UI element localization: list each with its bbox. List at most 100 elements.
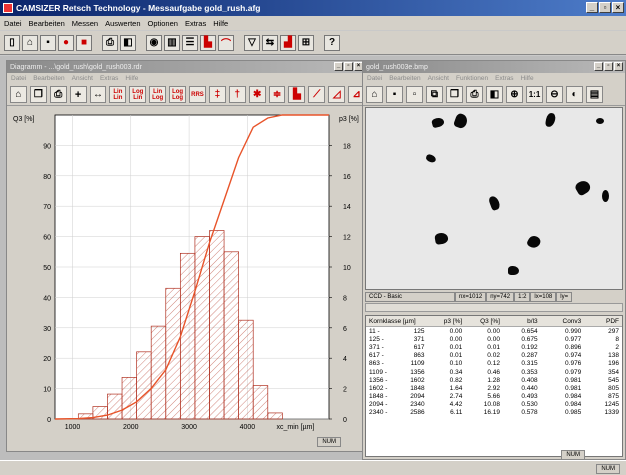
image-menu-funktionen[interactable]: Funktionen: [456, 75, 488, 82]
open-icon[interactable]: ⌂: [366, 86, 383, 103]
cell-p3: 0.00: [449, 327, 463, 335]
log-log-button[interactable]: Log Log: [169, 86, 187, 103]
range-icon[interactable]: †: [228, 86, 246, 103]
diagram-menu-hilfe[interactable]: Hilfe: [125, 75, 138, 82]
invert-icon[interactable]: ◐: [566, 86, 583, 103]
list-icon[interactable]: ☰: [182, 34, 198, 51]
menu-datei[interactable]: Datei: [4, 19, 22, 28]
save-icon[interactable]: ▪: [386, 86, 403, 103]
crosshair-icon[interactable]: +: [69, 86, 87, 103]
menu-bearbeiten[interactable]: Bearbeiten: [29, 19, 65, 28]
header-p3[interactable]: p3 [%]: [428, 318, 466, 325]
header-bl3[interactable]: b/l3: [503, 318, 541, 325]
table-row[interactable]: 2340 - 2586 6.11 16.19 0.578 0.985 1339: [366, 409, 622, 417]
copy-icon[interactable]: ❐: [29, 86, 47, 103]
histogram-icon[interactable]: ▙: [200, 34, 216, 51]
marker-icon[interactable]: ‡: [208, 86, 226, 103]
diagram-menu-bearbeiten[interactable]: Bearbeiten: [33, 75, 64, 82]
maximize-icon[interactable]: ▫: [604, 62, 613, 71]
chart-icon[interactable]: ▟: [280, 34, 296, 51]
preview-icon[interactable]: ◧: [120, 34, 136, 51]
table-row[interactable]: 1848 - 2094 2.74 5.66 0.493 0.984 875: [366, 393, 622, 401]
particle: [508, 266, 519, 275]
cell-pdf: 1339: [604, 409, 619, 417]
table-row[interactable]: 125 - 371 0.00 0.00 0.675 0.977 8: [366, 335, 622, 343]
table-row[interactable]: 1356 - 1602 0.82 1.28 0.408 0.981 545: [366, 376, 622, 384]
image-menu-hilfe[interactable]: Hilfe: [521, 75, 534, 82]
menu-extras[interactable]: Extras: [185, 19, 206, 28]
camera-icon[interactable]: ◉: [146, 34, 162, 51]
table-row[interactable]: 11 - 125 0.00 0.00 0.654 0.990 297: [366, 327, 622, 335]
minimize-icon[interactable]: _: [594, 62, 603, 71]
header-conv3[interactable]: Conv3: [541, 318, 585, 325]
image-hscrollbar[interactable]: [365, 303, 623, 312]
save-as-icon[interactable]: ▫: [406, 86, 423, 103]
save-icon[interactable]: ▪: [40, 34, 56, 51]
close-icon[interactable]: ×: [612, 2, 624, 13]
image-menu-datei[interactable]: Datei: [367, 75, 382, 82]
table-header: Kornklasse [µm] p3 [%] Q3 [%] b/l3 Conv3…: [366, 316, 622, 327]
diagram-menu-extras[interactable]: Extras: [100, 75, 118, 82]
maximize-icon[interactable]: ▫: [344, 62, 353, 71]
zoom-in-icon[interactable]: ⊕: [506, 86, 523, 103]
image-menu-extras[interactable]: Extras: [495, 75, 513, 82]
particle-image[interactable]: [365, 107, 623, 290]
arrows-icon[interactable]: ↔: [89, 86, 107, 103]
grid-icon[interactable]: ⊞: [298, 34, 314, 51]
compare-icon[interactable]: ⇆: [262, 34, 278, 51]
new-icon[interactable]: ▯: [4, 34, 20, 51]
curve-icon[interactable]: ⌒: [218, 34, 234, 51]
header-kornklasse[interactable]: Kornklasse [µm]: [366, 318, 428, 325]
cell-q3: 0.01: [487, 343, 500, 351]
table-row[interactable]: 1109 - 1356 0.34 0.46 0.353 0.979 354: [366, 368, 622, 376]
menu-optionen[interactable]: Optionen: [148, 19, 178, 28]
table-row[interactable]: 2094 - 2340 4.42 10.08 0.530 0.984 1245: [366, 401, 622, 409]
cell-q3: 0.00: [487, 335, 500, 343]
record-icon[interactable]: ●: [58, 34, 74, 51]
threshold-icon[interactable]: ▤: [586, 86, 603, 103]
stop-icon[interactable]: ■: [76, 34, 92, 51]
table-row[interactable]: 617 - 863 0.01 0.02 0.287 0.974 138: [366, 352, 622, 360]
table-row[interactable]: 1602 - 1848 1.64 2.92 0.440 0.981 805: [366, 384, 622, 392]
lin-lin-button[interactable]: Lin Lin: [109, 86, 127, 103]
y-right-tick-label: 2: [343, 387, 347, 394]
diagram-menu-datei[interactable]: Datei: [11, 75, 26, 82]
menu-auswerten[interactable]: Auswerten: [105, 19, 140, 28]
histogram-icon[interactable]: ▙: [288, 86, 306, 103]
print-icon[interactable]: ⎙: [49, 86, 67, 103]
print-icon[interactable]: ⎙: [466, 86, 483, 103]
paste-icon[interactable]: ❐: [446, 86, 463, 103]
bars-icon[interactable]: ▥: [164, 34, 180, 51]
minimize-icon[interactable]: _: [334, 62, 343, 71]
print-icon[interactable]: ⎙: [102, 34, 118, 51]
actual-size-icon[interactable]: 1:1: [526, 86, 543, 103]
diagram-menu-ansicht[interactable]: Ansicht: [72, 75, 93, 82]
histogram-bar: [252, 385, 269, 420]
copy-icon[interactable]: ⧉: [426, 86, 443, 103]
density-icon[interactable]: ◿: [328, 86, 346, 103]
open-icon[interactable]: ⌂: [10, 86, 27, 103]
cell-conv3: 0.979: [565, 368, 582, 376]
cross-marker-icon[interactable]: ✱: [248, 86, 266, 103]
open-icon[interactable]: ⌂: [22, 34, 38, 51]
level-icon[interactable]: ≑: [268, 86, 286, 103]
maximize-icon[interactable]: ▫: [599, 2, 611, 13]
image-menu-bearbeiten[interactable]: Bearbeiten: [389, 75, 420, 82]
menu-hilfe[interactable]: Hilfe: [213, 19, 228, 28]
zoom-out-icon[interactable]: ⊖: [546, 86, 563, 103]
log-lin-button[interactable]: Log Lin: [129, 86, 147, 103]
header-pdf[interactable]: PDF: [584, 318, 622, 325]
minimize-icon[interactable]: _: [586, 2, 598, 13]
close-icon[interactable]: ×: [614, 62, 623, 71]
rrs-button[interactable]: RRS: [189, 86, 206, 103]
lin-log-button[interactable]: Lin Log: [149, 86, 167, 103]
cumulative-icon[interactable]: ⟋: [308, 86, 326, 103]
print-preview-icon[interactable]: ◧: [486, 86, 503, 103]
table-row[interactable]: 371 - 617 0.01 0.01 0.192 0.896 2: [366, 343, 622, 351]
help-icon[interactable]: ?: [324, 34, 340, 51]
table-row[interactable]: 863 - 1109 0.10 0.12 0.315 0.976 196: [366, 360, 622, 368]
header-q3[interactable]: Q3 [%]: [465, 318, 503, 325]
image-menu-ansicht[interactable]: Ansicht: [428, 75, 449, 82]
filter-icon[interactable]: ▽: [244, 34, 260, 51]
menu-messen[interactable]: Messen: [72, 19, 98, 28]
